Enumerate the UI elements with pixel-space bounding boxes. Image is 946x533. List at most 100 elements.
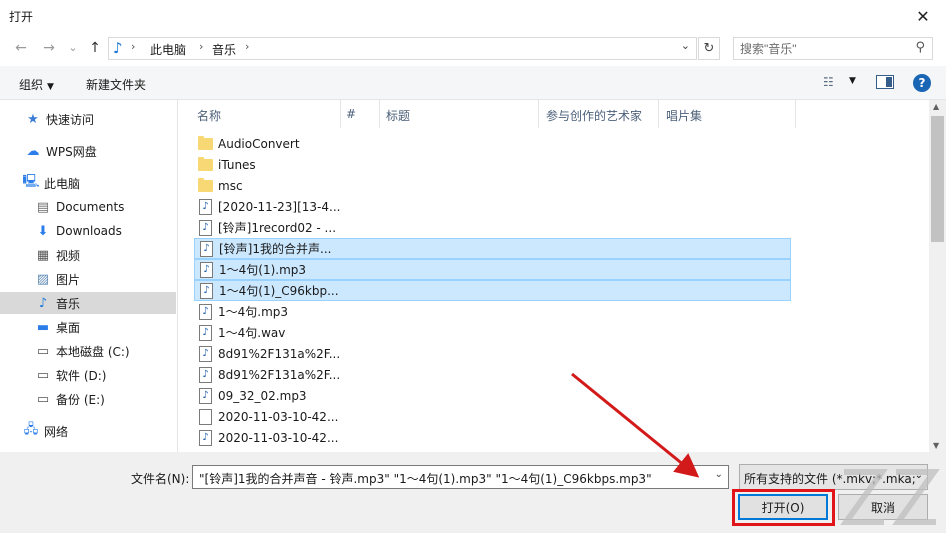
chevron-down-icon[interactable]: ⌄ [681, 39, 690, 52]
sidebar-item[interactable]: ▬ 桌面 [0, 316, 176, 338]
sidebar-item[interactable]: ☁ WPS网盘 [0, 140, 176, 162]
cloud-icon: ☁ [26, 143, 40, 159]
file-row[interactable]: ♪ [铃声]1我的合并声... [194, 238, 791, 259]
audio-file-icon: ♪ [198, 324, 213, 341]
sidebar-item-label: 备份 (E:) [56, 392, 105, 407]
file-row[interactable]: ♪ [铃声]1record02 - ... [194, 217, 791, 238]
sidebar-item[interactable]: ▦ 视频 [0, 244, 176, 266]
column-number[interactable]: # [346, 107, 356, 121]
computer-icon: 🖳 [22, 174, 40, 189]
column-divider[interactable] [795, 100, 796, 128]
forward-arrow-icon[interactable]: → [38, 38, 60, 58]
file-row[interactable]: msc [194, 175, 791, 196]
organize-menu[interactable]: 组织 ▼ [19, 76, 54, 93]
new-folder-button[interactable]: 新建文件夹 [86, 76, 146, 93]
column-divider[interactable] [379, 100, 380, 128]
sidebar-item[interactable]: ▭ 软件 (D:) [0, 364, 176, 386]
file-row[interactable]: ♪ 1～4句(1)_C96kbp... [194, 280, 791, 301]
sidebar-item[interactable]: ▨ 图片 [0, 268, 176, 290]
navigation-bar: ← → ⌄ ↑ ♪ › 此电脑 › 音乐 › ⌄ ↻ ⚲ [0, 32, 946, 64]
column-artists[interactable]: 参与创作的艺术家 [546, 107, 642, 124]
file-row[interactable]: ♪ 1～4句(1).mp3 [194, 259, 791, 280]
chevron-right-icon: › [245, 40, 250, 53]
sidebar-item[interactable]: 🖳 此电脑 [0, 172, 176, 194]
sidebar-item-label: Documents [56, 200, 125, 214]
file-name: 8d91%2F131a%2F... [218, 346, 341, 361]
scroll-down-icon[interactable]: ▼ [933, 441, 939, 450]
address-bar[interactable]: ♪ › 此电脑 › 音乐 › ⌄ [108, 37, 697, 60]
sidebar-item[interactable]: ▤ Documents [0, 196, 176, 218]
column-name[interactable]: 名称 [197, 107, 221, 124]
sidebar-item-label: WPS网盘 [46, 144, 97, 159]
annotation-highlight-box [732, 489, 835, 526]
drive-c-icon: ▭ [36, 343, 50, 359]
scroll-up-icon[interactable]: ▲ [933, 102, 939, 111]
folder-icon [198, 135, 213, 152]
desktop-icon: ▬ [36, 319, 50, 335]
music-icon: ♪ [38, 295, 48, 311]
file-name: msc [218, 178, 243, 193]
breadcrumb-music[interactable]: 音乐 [212, 41, 236, 58]
filename-input[interactable]: "[铃声]1我的合并声音 - 铃声.mp3" "1～4句(1).mp3" "1～… [192, 465, 729, 489]
window-title: 打开 [9, 10, 34, 24]
file-row[interactable]: ♪ [2020-11-23][13-4... [194, 196, 791, 217]
vertical-scrollbar[interactable]: ▲ ▼ [929, 100, 946, 452]
sidebar-item-label: 音乐 [56, 296, 81, 311]
search-box[interactable]: ⚲ [733, 37, 933, 60]
recent-locations-icon[interactable]: ⌄ [62, 37, 84, 57]
column-divider[interactable] [658, 100, 659, 128]
column-album[interactable]: 唱片集 [666, 107, 702, 124]
search-icon[interactable]: ⚲ [915, 40, 925, 55]
pictures-icon: ▨ [36, 271, 50, 287]
chevron-down-icon[interactable]: ⌄ [715, 469, 723, 480]
chevron-right-icon: › [199, 40, 204, 53]
column-header: ⌃ 名称 # 标题 参与创作的艺术家 唱片集 [179, 100, 929, 128]
column-title[interactable]: 标题 [386, 107, 410, 124]
file-row[interactable]: ♪ 09_32_02.mp3 [194, 385, 791, 406]
scrollbar-thumb[interactable] [931, 116, 944, 242]
file-icon [198, 408, 213, 425]
sidebar-item-label: 网络 [44, 424, 69, 439]
file-name: iTunes [218, 157, 256, 172]
sidebar-item[interactable]: ▭ 备份 (E:) [0, 388, 176, 410]
caret-down-icon[interactable]: ▼ [849, 76, 856, 86]
file-row[interactable]: ♪ 2020-11-03-10-42... [194, 427, 791, 448]
file-name: 09_32_02.mp3 [218, 388, 307, 403]
file-row[interactable]: ♪ 8d91%2F131a%2F... [194, 343, 791, 364]
sidebar-item-label: 图片 [56, 272, 81, 287]
file-row[interactable]: 2020-11-03-10-42... [194, 406, 791, 427]
close-icon[interactable]: ✕ [900, 0, 946, 32]
column-divider[interactable] [538, 100, 539, 128]
file-row[interactable]: iTunes [194, 154, 791, 175]
sidebar-item[interactable]: ♪ 音乐 [0, 292, 176, 314]
up-arrow-icon[interactable]: ↑ [84, 38, 106, 58]
file-row[interactable]: ♪ 8d91%2F131a%2F... [194, 364, 791, 385]
file-name: 8d91%2F131a%2F... [218, 367, 341, 382]
sidebar-item[interactable]: 🖧 网络 [0, 420, 176, 442]
organize-label: 组织 [19, 78, 44, 92]
file-name: [铃声]1record02 - ... [218, 221, 337, 235]
column-divider[interactable] [340, 100, 341, 128]
sidebar-item[interactable]: ⬇ Downloads [0, 220, 176, 242]
watermark-logo [840, 469, 940, 525]
search-input[interactable] [740, 39, 910, 59]
preview-pane-icon[interactable] [876, 75, 894, 89]
back-arrow-icon[interactable]: ← [10, 38, 32, 58]
audio-file-icon: ♪ [198, 198, 213, 215]
refresh-icon[interactable]: ↻ [698, 37, 720, 60]
file-list: ⌃ 名称 # 标题 参与创作的艺术家 唱片集 AudioConvert iTune… [179, 100, 929, 452]
title-bar: 打开 ✕ [0, 0, 946, 32]
sidebar-item[interactable]: ▭ 本地磁盘 (C:) [0, 340, 176, 362]
sidebar-item[interactable]: ★ 快速访问 [0, 108, 176, 130]
file-row[interactable]: AudioConvert [194, 133, 791, 154]
help-icon[interactable]: ? [913, 74, 931, 92]
file-name: 1～4句(1)_C96kbp... [219, 284, 339, 298]
filename-value: "[铃声]1我的合并声音 - 铃声.mp3" "1～4句(1).mp3" "1～… [199, 472, 652, 486]
breadcrumb-this-pc[interactable]: 此电脑 [150, 41, 186, 58]
view-options-icon[interactable]: ☷ [823, 75, 834, 89]
drive-e-icon: ▭ [36, 391, 50, 407]
audio-file-icon: ♪ [198, 345, 213, 362]
file-row[interactable]: ♪ 1～4句.wav [194, 322, 791, 343]
video-icon: ▦ [36, 247, 50, 263]
file-row[interactable]: ♪ 1～4句.mp3 [194, 301, 791, 322]
